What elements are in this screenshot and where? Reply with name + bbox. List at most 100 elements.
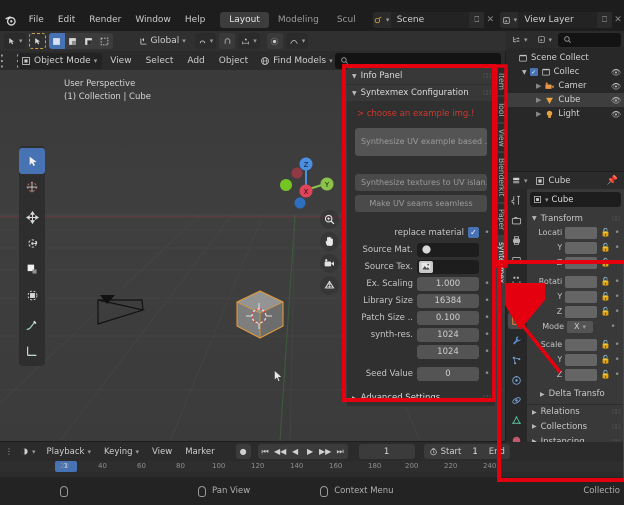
- timeline-view-menu[interactable]: View: [147, 447, 177, 457]
- outliner-tree[interactable]: Scene Collect ▼ ✓ Collec 👁 ▶ Camer 👁 ▶ C…: [506, 48, 624, 121]
- seed-value-field[interactable]: 0: [417, 366, 479, 381]
- scale-x-row[interactable]: Scale 🔓 •: [530, 338, 621, 351]
- playback-menu[interactable]: Playback: [42, 447, 96, 457]
- rotation-y-field[interactable]: [565, 290, 598, 303]
- scene-selector[interactable]: Scene ⎕ ✕: [372, 12, 497, 28]
- world-icon[interactable]: [508, 292, 525, 309]
- rotation-x-field[interactable]: [565, 275, 598, 288]
- scale-y-field[interactable]: [565, 353, 598, 366]
- animate-dot-icon[interactable]: •: [613, 243, 621, 253]
- tab-paper[interactable]: Paper: [495, 203, 506, 236]
- animate-dot-icon[interactable]: •: [613, 307, 621, 317]
- chevron-right-icon[interactable]: ▶: [532, 423, 537, 430]
- transform-icon[interactable]: [19, 282, 45, 308]
- chevron-right-icon[interactable]: ▶: [536, 96, 541, 104]
- viewport-nav-buttons[interactable]: [320, 210, 339, 295]
- collections-section[interactable]: ▶ Collections ∷∷: [527, 419, 624, 434]
- chevron-down-icon[interactable]: ▼: [522, 69, 527, 76]
- chevron-down-icon[interactable]: ▼: [352, 90, 357, 97]
- workspace-tab-layout[interactable]: Layout: [220, 12, 269, 28]
- 3d-cursor-icon[interactable]: [19, 174, 45, 200]
- animate-dot-icon[interactable]: •: [613, 277, 621, 287]
- drag-grip-icon[interactable]: ∷∷: [612, 423, 620, 431]
- rotation-mode-value[interactable]: X: [567, 320, 593, 333]
- constraint-icon[interactable]: [508, 392, 525, 409]
- syntexmex-panel[interactable]: ▼ Info Panel ∷∷ ▼ Syntexmex Configuratio…: [347, 68, 495, 406]
- keying-menu[interactable]: Keying: [99, 447, 144, 457]
- info-panel-header[interactable]: ▼ Info Panel ∷∷: [347, 68, 495, 84]
- pin-icon[interactable]: 📌: [607, 176, 621, 186]
- lock-icon[interactable]: 🔓: [600, 243, 610, 252]
- outliner-editor[interactable]: Scene Collect ▼ ✓ Collec 👁 ▶ Camer 👁: [506, 31, 624, 171]
- tab-item[interactable]: Item: [495, 68, 506, 96]
- outliner-display-mode-icon[interactable]: [509, 31, 531, 48]
- lock-icon[interactable]: 🔓: [600, 355, 610, 364]
- ex-scaling-field[interactable]: 1.000: [417, 276, 479, 291]
- drag-grip-icon[interactable]: ∷∷: [483, 89, 491, 97]
- drag-grip-icon[interactable]: ∷∷: [612, 215, 620, 223]
- rotation-y-row[interactable]: Y 🔓 •: [530, 290, 621, 303]
- tab-view[interactable]: View: [495, 123, 506, 152]
- location-y-field[interactable]: [565, 241, 598, 254]
- pencil-icon[interactable]: [19, 312, 45, 338]
- lock-icon[interactable]: 🔓: [600, 228, 610, 237]
- animate-dot-icon[interactable]: •: [483, 330, 491, 340]
- visibility-eye-icon[interactable]: 👁: [611, 96, 624, 105]
- cursor-arrow-icon[interactable]: [19, 148, 45, 174]
- view-layer-name[interactable]: View Layer: [518, 12, 597, 28]
- seed-value-row[interactable]: Seed Value 0 •: [351, 366, 491, 381]
- synth-res-row[interactable]: synth-res. 1024 •: [351, 327, 491, 342]
- object-icon[interactable]: [533, 195, 549, 204]
- animate-dot-icon[interactable]: •: [483, 228, 491, 238]
- workspace-tab-sculpt[interactable]: Scul: [328, 12, 365, 28]
- ruler-icon[interactable]: [19, 338, 45, 364]
- properties-tab-column[interactable]: [506, 189, 527, 475]
- new-view-layer-icon[interactable]: ⎕: [597, 12, 612, 28]
- location-z-field[interactable]: [565, 256, 598, 269]
- scale-z-row[interactable]: Z 🔓 •: [530, 368, 621, 381]
- animate-dot-icon[interactable]: •: [483, 296, 491, 306]
- search-input[interactable]: [334, 52, 501, 69]
- extend-select-icon[interactable]: [64, 33, 81, 49]
- advanced-settings-header[interactable]: ▶ Advanced Settings ∷∷: [347, 390, 495, 406]
- relations-section[interactable]: ▶ Relations ∷∷: [527, 404, 624, 419]
- rotation-mode-row[interactable]: Mode X •: [530, 320, 621, 333]
- animate-dot-icon[interactable]: •: [483, 313, 491, 323]
- location-y-row[interactable]: Y 🔓 •: [530, 241, 621, 254]
- viewport-menu-object[interactable]: Object: [213, 53, 254, 69]
- visibility-eye-icon[interactable]: 👁: [611, 110, 624, 119]
- properties-editor-type-icon[interactable]: [509, 172, 531, 189]
- tab-blenderkit[interactable]: Blenderkit: [495, 153, 506, 202]
- collection-checkbox[interactable]: ✓: [529, 68, 538, 76]
- scene-name[interactable]: Scene: [390, 12, 470, 28]
- snap-target-icon[interactable]: [194, 33, 217, 49]
- location-x-field[interactable]: [565, 226, 598, 239]
- tab-tool[interactable]: Tool: [495, 97, 506, 122]
- move-arrows-icon[interactable]: [19, 204, 45, 230]
- animate-dot-icon[interactable]: •: [613, 228, 621, 238]
- animate-dot-icon[interactable]: •: [613, 370, 621, 380]
- active-tool-icon[interactable]: [4, 33, 26, 49]
- lock-icon[interactable]: 🔓: [600, 307, 610, 316]
- rotation-z-row[interactable]: Z 🔓 •: [530, 305, 621, 318]
- find-models-menu[interactable]: Find Models: [260, 56, 333, 66]
- jump-start-icon[interactable]: ⏮: [257, 444, 273, 459]
- subtract-select-icon[interactable]: [80, 33, 97, 49]
- animate-dot-icon[interactable]: •: [483, 347, 491, 357]
- animate-dot-icon[interactable]: •: [613, 292, 621, 302]
- animate-dot-icon[interactable]: •: [483, 369, 491, 379]
- play-reverse-icon[interactable]: ◀: [287, 444, 303, 459]
- transform-section-header[interactable]: ▼ Transform ∷∷: [527, 211, 624, 226]
- zoom-icon[interactable]: [320, 210, 339, 229]
- object-id-row[interactable]: Cube: [530, 192, 621, 207]
- lock-icon[interactable]: 🔓: [600, 340, 610, 349]
- drag-grip-icon[interactable]: ∷∷: [612, 408, 620, 416]
- timeline-editor-type-icon[interactable]: [17, 443, 39, 460]
- magnet-icon[interactable]: [219, 33, 236, 49]
- synth-res-y-field[interactable]: 1024: [417, 344, 479, 359]
- header-collapse-icon[interactable]: ⋮⋮: [0, 51, 26, 70]
- chevron-right-icon[interactable]: ▶: [532, 409, 537, 416]
- play-icon[interactable]: ▶: [302, 444, 318, 459]
- pan-hand-icon[interactable]: [320, 232, 339, 251]
- next-keyframe-icon[interactable]: ▶▶: [317, 444, 333, 459]
